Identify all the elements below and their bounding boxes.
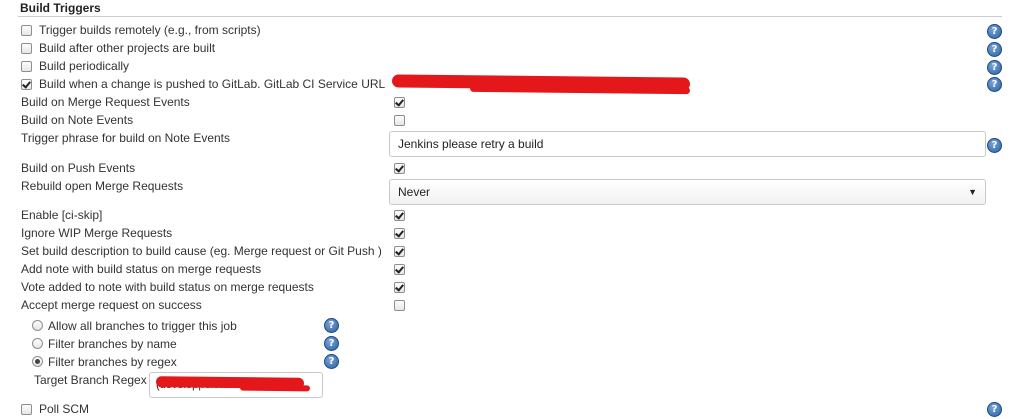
allow-all-branches-label: Allow all branches to trigger this job [48, 319, 237, 333]
ci-skip-label: Enable [ci-skip] [21, 208, 103, 222]
rebuild-open-mr-value: Never [398, 185, 431, 199]
filter-by-regex-radio[interactable] [32, 356, 43, 367]
chevron-down-icon: ▼ [968, 187, 977, 197]
set-description-label: Set build description to build cause (eg… [21, 244, 382, 258]
rebuild-open-mr-label: Rebuild open Merge Requests [21, 179, 184, 193]
filter-by-regex-label: Filter branches by regex [48, 355, 177, 369]
merge-request-events-checkbox[interactable] [394, 97, 405, 108]
help-icon[interactable]: ? [324, 336, 339, 351]
help-icon[interactable]: ? [987, 77, 1002, 92]
set-description-checkbox[interactable] [394, 246, 405, 257]
filter-by-name-label: Filter branches by name [48, 337, 177, 351]
help-icon[interactable]: ? [324, 318, 339, 333]
trigger-remotely-checkbox[interactable] [21, 25, 32, 36]
note-events-label: Build on Note Events [21, 113, 134, 127]
rebuild-open-mr-select[interactable]: Never ▼ [389, 179, 986, 205]
help-icon[interactable]: ? [987, 138, 1002, 153]
build-after-other-checkbox[interactable] [21, 43, 32, 54]
merge-request-events-label: Build on Merge Request Events [21, 95, 190, 109]
vote-note-label: Vote added to note with build status on … [21, 280, 314, 294]
note-events-checkbox[interactable] [394, 115, 405, 126]
trigger-phrase-label: Trigger phrase for build on Note Events [21, 131, 230, 145]
poll-scm-checkbox[interactable] [21, 404, 32, 415]
filter-by-name-radio[interactable] [32, 338, 43, 349]
add-note-checkbox[interactable] [394, 264, 405, 275]
help-icon[interactable]: ? [987, 402, 1002, 417]
ignore-wip-label: Ignore WIP Merge Requests [21, 226, 173, 240]
push-events-checkbox[interactable] [394, 163, 405, 174]
poll-scm-label: Poll SCM [39, 402, 90, 416]
redaction-mark [469, 84, 691, 95]
help-icon[interactable]: ? [987, 60, 1002, 75]
vote-note-checkbox[interactable] [394, 282, 405, 293]
help-icon[interactable]: ? [324, 354, 339, 369]
trigger-remotely-label: Trigger builds remotely (e.g., from scri… [39, 23, 261, 37]
allow-all-branches-radio[interactable] [32, 320, 43, 331]
add-note-label: Add note with build status on merge requ… [21, 262, 262, 276]
section-title: Build Triggers [20, 1, 101, 15]
ignore-wip-checkbox[interactable] [394, 228, 405, 239]
help-icon[interactable]: ? [987, 24, 1002, 39]
trigger-phrase-input[interactable]: Jenkins please retry a build [389, 131, 986, 157]
build-periodically-checkbox[interactable] [21, 61, 32, 72]
section-divider [18, 16, 1002, 17]
accept-mr-label: Accept merge request on success [21, 298, 202, 312]
target-branch-regex-label: Target Branch Regex [34, 373, 147, 387]
build-periodically-label: Build periodically [39, 59, 130, 73]
build-after-other-label: Build after other projects are built [39, 41, 216, 55]
ci-skip-checkbox[interactable] [394, 210, 405, 221]
accept-mr-checkbox[interactable] [394, 300, 405, 311]
push-events-label: Build on Push Events [21, 161, 136, 175]
gitlab-push-label: Build when a change is pushed to GitLab.… [39, 77, 386, 91]
gitlab-push-checkbox[interactable] [21, 79, 32, 90]
redaction-mark [239, 384, 311, 392]
help-icon[interactable]: ? [987, 42, 1002, 57]
